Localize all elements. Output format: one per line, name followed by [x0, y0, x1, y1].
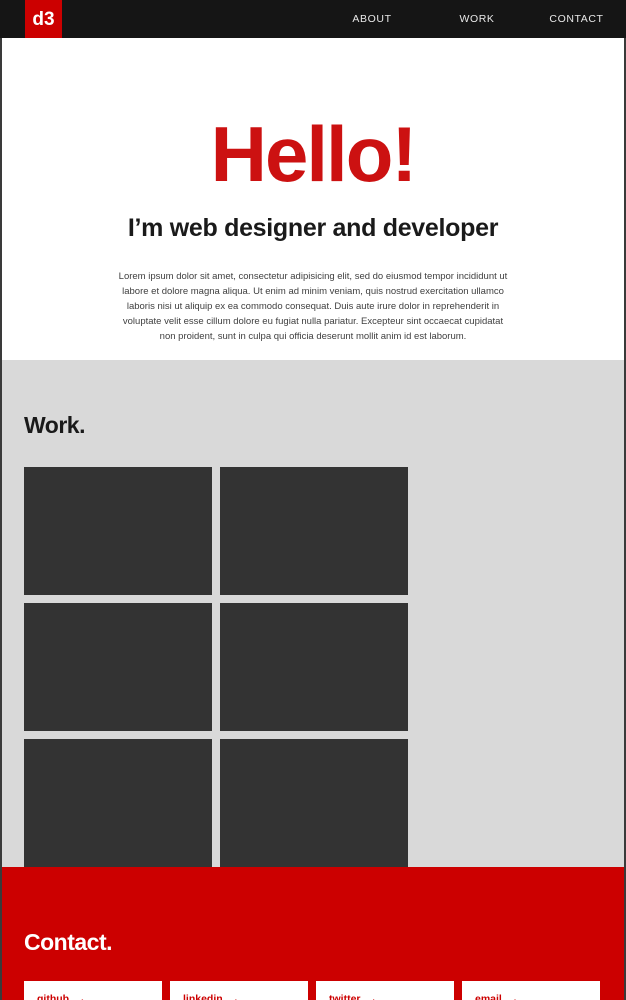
main-navigation: ABOUT WORK CONTACT	[317, 0, 626, 38]
hero-subtitle: I’m web designer and developer	[127, 214, 499, 243]
work-thumbnail[interactable]	[220, 467, 408, 595]
contact-section: Contact. github → linkedin → twitter → e…	[0, 867, 626, 1000]
work-thumbnail[interactable]	[220, 739, 408, 867]
contact-link-label: email	[475, 992, 502, 1000]
contact-heading: Contact.	[24, 929, 113, 955]
work-grid	[24, 467, 602, 867]
hero-paragraph: Lorem ipsum dolor sit amet, consectetur …	[118, 271, 508, 343]
contact-link-label: linkedin	[183, 992, 223, 1000]
arrow-right-icon: →	[507, 992, 519, 1000]
logo-d3[interactable]: d3	[25, 0, 62, 38]
hero-title: Hello!	[210, 110, 418, 198]
contact-link-label: github	[37, 992, 70, 1000]
contact-link-github[interactable]: github →	[24, 981, 162, 1000]
nav-link-about[interactable]: ABOUT	[317, 13, 427, 25]
contact-link-label: twitter	[329, 992, 361, 1000]
contact-link-email[interactable]: email →	[462, 981, 600, 1000]
hero-section: Hello! I’m web designer and developer Lo…	[0, 38, 626, 360]
contact-links: github → linkedin → twitter → email →	[24, 981, 602, 1000]
contact-link-twitter[interactable]: twitter →	[316, 981, 454, 1000]
work-thumbnail[interactable]	[220, 603, 408, 731]
work-thumbnail[interactable]	[24, 467, 212, 595]
contact-link-linkedin[interactable]: linkedin →	[170, 981, 308, 1000]
arrow-right-icon: →	[75, 992, 86, 1000]
work-section: Work.	[0, 360, 626, 867]
nav-link-contact[interactable]: CONTACT	[527, 13, 626, 25]
work-thumbnail[interactable]	[24, 739, 212, 867]
work-heading: Work.	[24, 412, 85, 438]
arrow-right-icon: →	[366, 992, 378, 1000]
page-root: d3 ABOUT WORK CONTACT Hello! I’m web des…	[0, 0, 626, 1000]
work-thumbnail[interactable]	[24, 603, 212, 731]
nav-link-work[interactable]: WORK	[427, 13, 527, 25]
arrow-right-icon: →	[228, 992, 240, 1000]
site-header: d3 ABOUT WORK CONTACT	[0, 0, 626, 38]
